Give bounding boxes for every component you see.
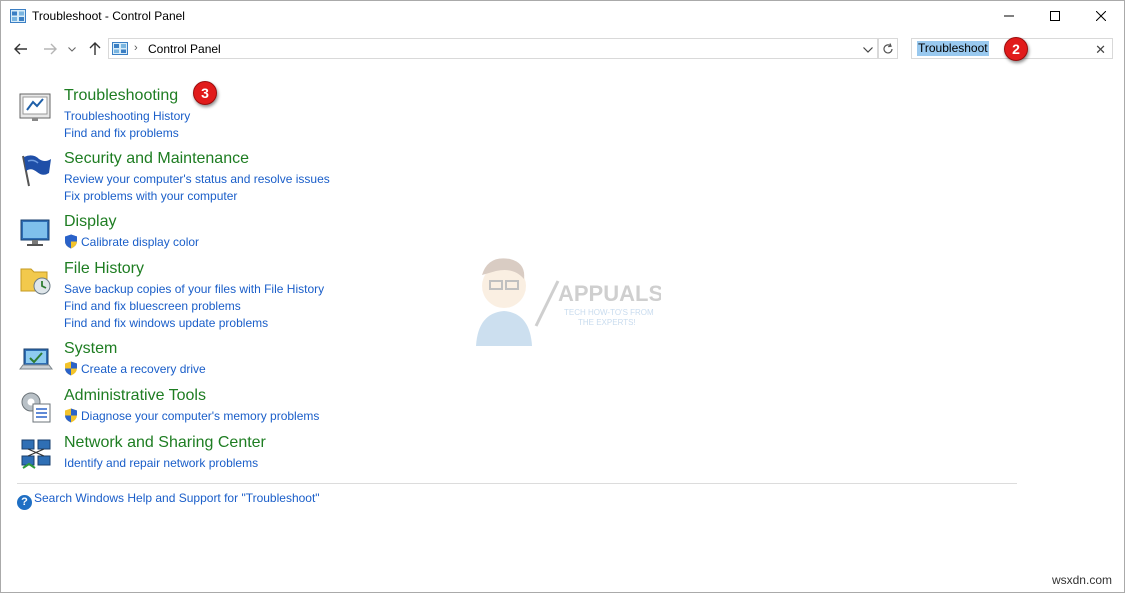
up-button[interactable] xyxy=(86,39,104,59)
uac-shield-icon xyxy=(65,234,77,249)
step-marker-3: 3 xyxy=(193,81,217,105)
svg-text:TECH HOW-TO'S FROM: TECH HOW-TO'S FROM xyxy=(564,308,654,317)
minimize-icon xyxy=(1004,15,1014,17)
back-button[interactable] xyxy=(12,39,30,59)
up-arrow-icon xyxy=(89,42,101,55)
breadcrumb-separator-icon[interactable]: › xyxy=(134,42,138,54)
network-icon[interactable] xyxy=(19,437,53,471)
troubleshooting-icon[interactable] xyxy=(19,90,53,124)
result-title[interactable]: File History xyxy=(64,260,144,278)
address-bar[interactable]: › Control Panel xyxy=(108,38,878,59)
link-calibrate-display-color[interactable]: Calibrate display color xyxy=(64,234,199,251)
link-troubleshooting-history[interactable]: Troubleshooting History xyxy=(64,108,190,125)
refresh-icon xyxy=(883,42,893,53)
result-title[interactable]: Security and Maintenance xyxy=(64,150,249,168)
refresh-button[interactable] xyxy=(878,38,898,59)
back-arrow-icon xyxy=(14,43,27,55)
link-review-status[interactable]: Review your computer's status and resolv… xyxy=(64,171,330,188)
help-question-icon: ? xyxy=(17,495,32,510)
chevron-down-icon xyxy=(68,46,76,52)
breadcrumb-control-panel[interactable]: Control Panel xyxy=(148,42,221,56)
link-fix-windows-update[interactable]: Find and fix windows update problems xyxy=(64,315,324,332)
admin-tools-icon[interactable] xyxy=(19,390,53,424)
laptop-icon[interactable] xyxy=(19,343,53,377)
uac-shield-icon xyxy=(65,361,77,376)
minimize-button[interactable] xyxy=(986,1,1032,31)
chevron-down-icon xyxy=(863,47,873,53)
address-dropdown-button[interactable] xyxy=(861,43,875,57)
flag-icon[interactable] xyxy=(19,153,53,187)
link-find-and-fix-problems[interactable]: Find and fix problems xyxy=(64,125,190,142)
control-panel-window: Troubleshoot - Control Panel › Control P… xyxy=(0,0,1125,593)
link-diagnose-memory[interactable]: Diagnose your computer's memory problems xyxy=(64,408,319,425)
site-credit: wsxdn.com xyxy=(1051,573,1112,587)
search-input[interactable]: Troubleshoot xyxy=(917,41,989,56)
result-title[interactable]: System xyxy=(64,340,117,358)
link-fix-bluescreen[interactable]: Find and fix bluescreen problems xyxy=(64,298,324,315)
maximize-icon xyxy=(1050,11,1060,21)
uac-shield-icon xyxy=(65,408,77,423)
svg-text:THE EXPERTS!: THE EXPERTS! xyxy=(578,318,636,327)
window-title: Troubleshoot - Control Panel xyxy=(32,9,185,23)
file-history-icon[interactable] xyxy=(19,263,53,297)
link-create-recovery-drive[interactable]: Create a recovery drive xyxy=(64,361,206,378)
link-fix-problems-computer[interactable]: Fix problems with your computer xyxy=(64,188,330,205)
result-title[interactable]: Display xyxy=(64,213,116,231)
forward-button[interactable] xyxy=(41,39,59,59)
control-panel-icon xyxy=(10,9,26,23)
divider xyxy=(17,483,1017,484)
link-identify-repair-network[interactable]: Identify and repair network problems xyxy=(64,455,258,472)
result-title[interactable]: Administrative Tools xyxy=(64,387,206,405)
clear-search-icon[interactable]: ✕ xyxy=(1095,42,1106,58)
title-bar[interactable]: Troubleshoot - Control Panel xyxy=(1,1,1124,32)
close-icon xyxy=(1096,11,1106,21)
close-button[interactable] xyxy=(1078,1,1124,31)
windows-help-link[interactable]: ? Search Windows Help and Support for "Tr… xyxy=(17,491,320,510)
monitor-icon[interactable] xyxy=(19,216,53,250)
recent-locations-button[interactable] xyxy=(65,39,79,59)
link-save-backup-copies[interactable]: Save backup copies of your files with Fi… xyxy=(64,281,324,298)
forward-arrow-icon xyxy=(44,43,57,55)
step-marker-2: 2 xyxy=(1004,37,1028,61)
maximize-button[interactable] xyxy=(1032,1,1078,31)
navigation-bar: › Control Panel Troubleshoot ✕ xyxy=(1,36,1124,62)
result-title[interactable]: Troubleshooting xyxy=(64,87,178,105)
appuals-watermark-logo: APPUALS TECH HOW-TO'S FROM THE EXPERTS! xyxy=(476,258,661,346)
result-title[interactable]: Network and Sharing Center xyxy=(64,434,266,452)
control-panel-icon xyxy=(112,42,128,55)
svg-text:APPUALS: APPUALS xyxy=(558,281,661,306)
